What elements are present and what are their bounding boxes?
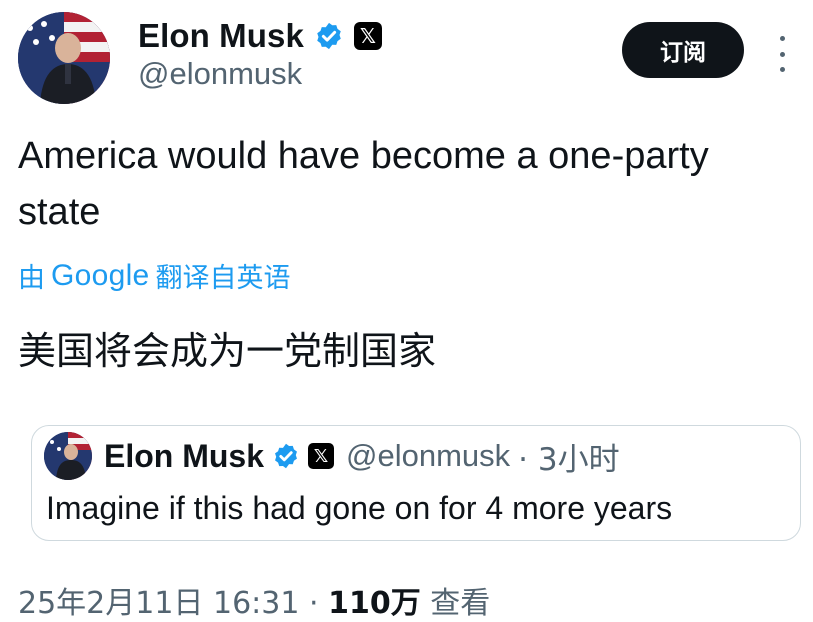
subscribe-button[interactable]: 订阅 (622, 22, 744, 78)
translate-prefix: 由 (18, 263, 45, 294)
author-row: Elon Musk 𝕏 (138, 14, 382, 58)
meta-separator: · (309, 586, 319, 621)
quoted-avatar (44, 432, 92, 480)
dot (779, 36, 785, 41)
translated-by-google[interactable]: 由 Google 翻译自英语 (18, 256, 291, 295)
x-logo-icon: 𝕏 (308, 443, 335, 469)
x-logo-icon: 𝕏 (353, 22, 382, 50)
views-label: 查看 (430, 586, 491, 621)
author-name[interactable]: Elon Musk (138, 17, 304, 55)
quoted-author-row: Elon Musk 𝕏 @elonmusk · 3小时 (104, 434, 620, 478)
views-count: 110万 (328, 586, 421, 621)
translated-text: 美国将会成为一党制国家 (18, 329, 437, 373)
translate-suffix: 翻译自英语 (155, 263, 291, 294)
quoted-timestamp: · 3小时 (518, 441, 620, 478)
dot (779, 51, 785, 57)
post-date: 25年2月11日 (18, 586, 204, 621)
quoted-avatar-image (44, 432, 92, 480)
verified-icon (317, 22, 341, 50)
avatar[interactable] (18, 12, 110, 104)
quoted-tweet-text: Imagine if this had gone on for 4 more y… (46, 490, 673, 526)
tweet-meta: 25年2月11日 16:31 · 110万 查看 (18, 578, 490, 622)
dot (779, 67, 785, 72)
verified-icon (275, 443, 297, 469)
author-handle[interactable]: @elonmusk (138, 56, 302, 92)
quoted-author-handle: @elonmusk (346, 438, 511, 473)
google-logo: Google (51, 258, 150, 292)
quoted-author-name: Elon Musk (104, 437, 265, 474)
tweet-text: America would have become a one-party st… (18, 135, 709, 233)
avatar-image (18, 12, 110, 104)
post-time: 16:31 (212, 586, 300, 621)
more-options-icon[interactable] (775, 36, 789, 72)
